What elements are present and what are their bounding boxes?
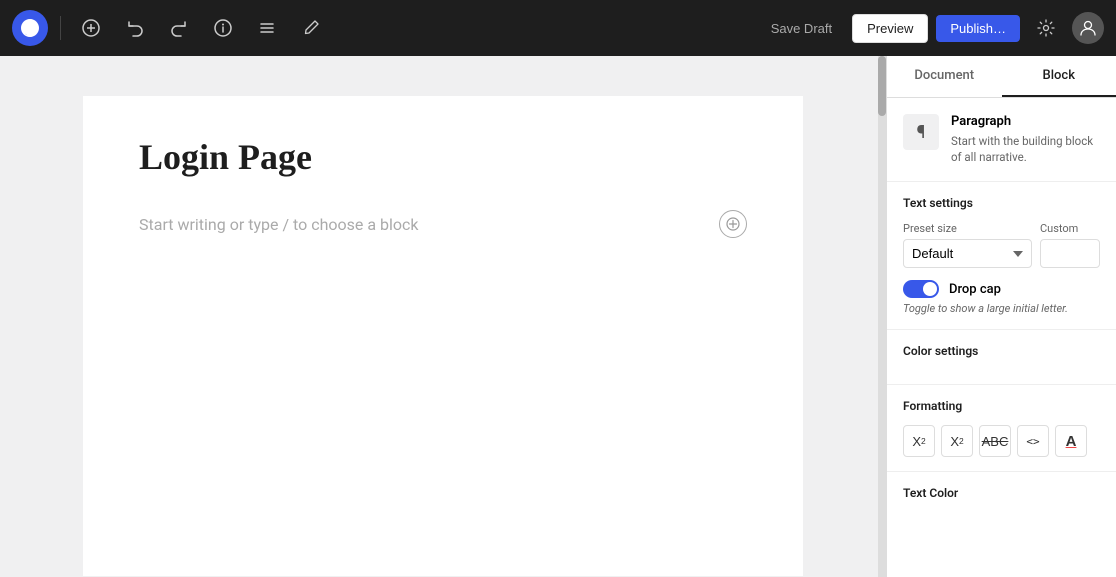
paragraph-icon: ¶ bbox=[917, 122, 926, 143]
color-settings-section: Color settings bbox=[887, 330, 1116, 385]
redo-icon bbox=[170, 19, 188, 37]
redo-button[interactable] bbox=[161, 10, 197, 46]
sidebar: Document Block ¶ Paragraph Start with th… bbox=[886, 56, 1116, 577]
pencil-icon bbox=[302, 19, 320, 37]
custom-size-label: Custom bbox=[1040, 222, 1100, 235]
block-type-icon: ¶ bbox=[903, 114, 939, 150]
formatting-title: Formatting bbox=[903, 399, 1100, 413]
drop-cap-toggle[interactable] bbox=[903, 280, 939, 298]
code-icon: <> bbox=[1026, 435, 1039, 448]
tools-button[interactable] bbox=[293, 10, 329, 46]
preview-button[interactable]: Preview bbox=[852, 14, 928, 43]
preset-size-select[interactable]: Default Small Normal Medium Large Extra … bbox=[903, 239, 1032, 268]
avatar-icon bbox=[1079, 19, 1097, 37]
save-draft-button[interactable]: Save Draft bbox=[759, 15, 844, 42]
text-settings-title: Text settings bbox=[903, 196, 1100, 210]
superscript-button[interactable]: X2 bbox=[903, 425, 935, 457]
strikethrough-button[interactable]: ABC bbox=[979, 425, 1011, 457]
custom-size-input[interactable] bbox=[1040, 239, 1100, 268]
gear-icon bbox=[1037, 19, 1055, 37]
add-block-button[interactable] bbox=[73, 10, 109, 46]
formatting-buttons-row: X2 X2 ABC <> A bbox=[903, 425, 1100, 457]
tab-block[interactable]: Block bbox=[1002, 56, 1116, 97]
custom-size-col: Custom bbox=[1040, 222, 1100, 268]
sidebar-tabs: Document Block bbox=[887, 56, 1116, 98]
text-color-icon: A bbox=[1066, 433, 1077, 450]
strikethrough-icon: ABC bbox=[982, 434, 1009, 449]
color-settings-title: Color settings bbox=[903, 344, 1100, 358]
undo-button[interactable] bbox=[117, 10, 153, 46]
editor-content: Login Page Start writing or type / to ch… bbox=[83, 96, 803, 576]
wp-logo-button[interactable] bbox=[12, 10, 48, 46]
editor-placeholder-row[interactable]: Start writing or type / to choose a bloc… bbox=[139, 210, 747, 238]
text-color-title: Text Color bbox=[903, 486, 1100, 500]
block-info-panel: ¶ Paragraph Start with the building bloc… bbox=[887, 98, 1116, 182]
text-settings-section: Text settings Preset size Default Small … bbox=[887, 182, 1116, 330]
undo-icon bbox=[126, 19, 144, 37]
inline-add-block-button[interactable] bbox=[719, 210, 747, 238]
toggle-thumb bbox=[923, 282, 937, 296]
list-view-icon bbox=[258, 19, 276, 37]
info-icon bbox=[214, 19, 232, 37]
page-title[interactable]: Login Page bbox=[139, 136, 747, 178]
drop-cap-hint: Toggle to show a large initial letter. bbox=[903, 302, 1100, 315]
toolbar: Save Draft Preview Publish… bbox=[0, 0, 1116, 56]
editor-scrollbar-thumb[interactable] bbox=[878, 56, 886, 116]
formatting-section: Formatting X2 X2 ABC <> A bbox=[887, 385, 1116, 472]
editor-scrollbar[interactable] bbox=[878, 56, 886, 577]
preset-size-row: Preset size Default Small Normal Medium … bbox=[903, 222, 1100, 268]
superscript-icon: 2 bbox=[921, 436, 926, 446]
placeholder-text: Start writing or type / to choose a bloc… bbox=[139, 215, 419, 234]
block-info-text: Paragraph Start with the building block … bbox=[951, 114, 1100, 165]
toolbar-separator-1 bbox=[60, 16, 61, 40]
text-color-button[interactable]: A bbox=[1055, 425, 1087, 457]
drop-cap-label: Drop cap bbox=[949, 282, 1001, 297]
drop-cap-row: Drop cap bbox=[903, 280, 1100, 298]
tab-document[interactable]: Document bbox=[887, 56, 1002, 97]
subscript-icon: 2 bbox=[959, 436, 964, 446]
text-color-section: Text Color bbox=[887, 472, 1116, 514]
block-info-title: Paragraph bbox=[951, 114, 1100, 129]
list-view-button[interactable] bbox=[249, 10, 285, 46]
plus-icon bbox=[82, 19, 100, 37]
user-avatar-button[interactable] bbox=[1072, 12, 1104, 44]
publish-button[interactable]: Publish… bbox=[936, 15, 1020, 42]
preset-size-col: Preset size Default Small Normal Medium … bbox=[903, 222, 1032, 268]
info-button[interactable] bbox=[205, 10, 241, 46]
block-info-description: Start with the building block of all nar… bbox=[951, 133, 1100, 165]
code-button[interactable]: <> bbox=[1017, 425, 1049, 457]
main-area: Login Page Start writing or type / to ch… bbox=[0, 56, 1116, 577]
settings-button[interactable] bbox=[1028, 10, 1064, 46]
toolbar-right-actions: Save Draft Preview Publish… bbox=[759, 10, 1104, 46]
editor-area[interactable]: Login Page Start writing or type / to ch… bbox=[0, 56, 886, 577]
subscript-button[interactable]: X2 bbox=[941, 425, 973, 457]
preset-size-label: Preset size bbox=[903, 222, 1032, 235]
inline-plus-icon bbox=[726, 217, 740, 231]
wp-logo-icon bbox=[20, 18, 40, 38]
